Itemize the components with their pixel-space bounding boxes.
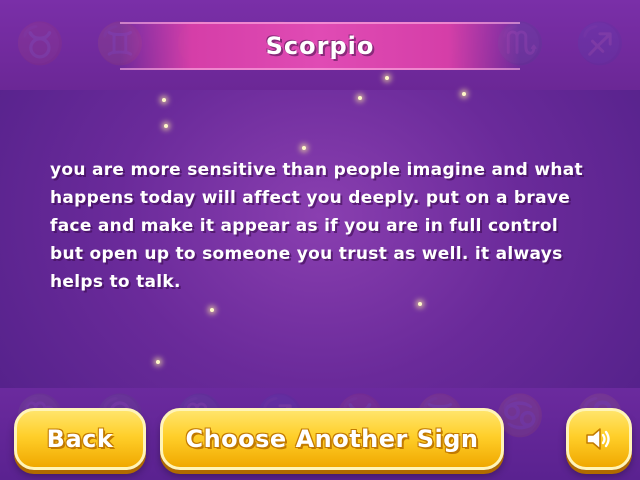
zodiac-glyph-icon: ♐ (575, 21, 625, 67)
zodiac-glyph-icon: ♉ (15, 21, 65, 67)
sparkle (358, 96, 362, 100)
choose-another-sign-label: Choose Another Sign (185, 425, 479, 453)
back-button-label: Back (46, 425, 114, 453)
sparkle (462, 92, 466, 96)
horoscope-text: You are more sensitive than people imagi… (50, 160, 583, 292)
sparkle (210, 308, 214, 312)
sparkle (385, 76, 389, 80)
sparkle (164, 124, 168, 128)
sparkle (302, 146, 306, 150)
back-button[interactable]: Back (14, 408, 146, 470)
title-banner: Scorpio (120, 22, 520, 70)
sparkle (418, 302, 422, 306)
choose-another-sign-button[interactable]: Choose Another Sign (160, 408, 504, 470)
sparkle (162, 98, 166, 102)
sign-title: Scorpio (265, 32, 375, 60)
game-screen: { "header": { "title": "Scorpio" }, "rea… (0, 0, 640, 480)
speaker-icon (586, 428, 610, 450)
sound-toggle-button[interactable] (566, 408, 632, 470)
sparkle (156, 360, 160, 364)
